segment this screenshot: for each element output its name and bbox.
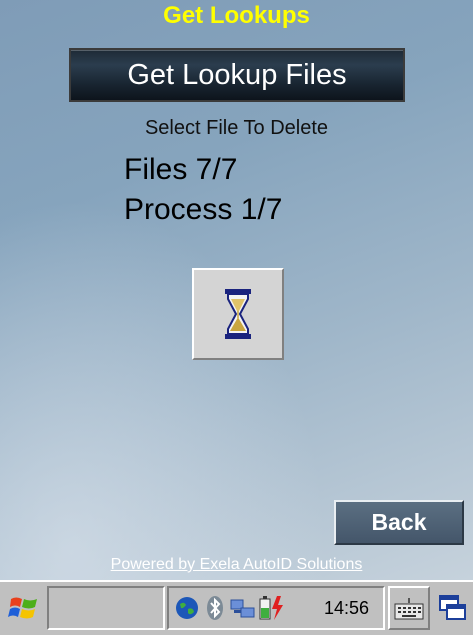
app-screen: Get Lookups Get Lookup Files Select File… — [0, 0, 473, 580]
globe-icon[interactable] — [173, 594, 201, 622]
switch-windows-button[interactable] — [433, 586, 471, 630]
powered-by-link[interactable]: Powered by Exela AutoID Solutions — [0, 554, 473, 576]
battery-charging-icon[interactable] — [257, 594, 285, 622]
network-icon[interactable] — [229, 594, 257, 622]
page-title: Get Lookups — [163, 2, 310, 29]
input-panel-button[interactable] — [388, 586, 430, 630]
get-lookup-files-button[interactable]: Get Lookup Files — [69, 48, 405, 102]
back-button[interactable]: Back — [334, 500, 464, 545]
hourglass-icon — [225, 289, 251, 339]
switch-windows-icon — [439, 595, 466, 620]
taskbar: 14:56 — [0, 580, 473, 635]
windows-start-icon — [8, 597, 37, 619]
busy-indicator — [192, 268, 284, 360]
files-progress-label: Files 7/7 — [124, 153, 238, 186]
system-tray: 14:56 — [167, 586, 385, 630]
task-area — [47, 586, 165, 630]
keyboard-icon — [394, 598, 424, 620]
instruction-label: Select File To Delete — [144, 117, 329, 139]
process-progress-label: Process 1/7 — [124, 193, 283, 226]
start-button[interactable] — [2, 586, 46, 630]
bluetooth-icon[interactable] — [201, 594, 229, 622]
clock[interactable]: 14:56 — [324, 588, 369, 628]
